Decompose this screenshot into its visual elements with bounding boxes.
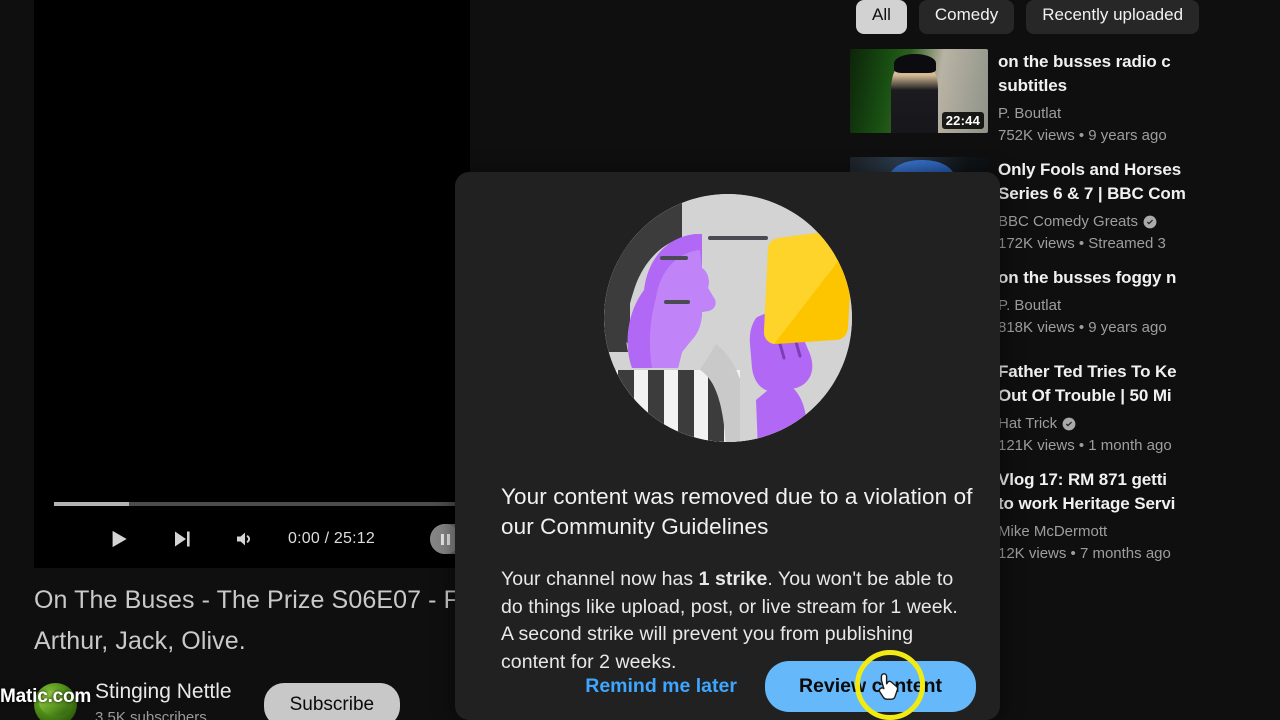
screen-recorder-watermark: Matic.com — [0, 686, 92, 707]
dialog-actions: Remind me later Review content — [455, 661, 1000, 712]
video-channel[interactable]: Mike McDermott — [998, 520, 1280, 543]
video-title: Vlog 17: RM 871 getti — [998, 470, 1167, 489]
video-channel-name: P. Boutlat — [998, 297, 1062, 314]
video-thumbnail[interactable]: 22:44 — [850, 49, 988, 133]
referee-yellow-card-illustration — [603, 194, 852, 442]
video-info: on the busses foggy n P. Boutlat 818K vi… — [998, 265, 1280, 349]
video-title: Only Fools and Horses — [998, 160, 1182, 179]
video-stats: 172K views • Streamed 3 — [998, 235, 1166, 252]
video-channel[interactable]: P. Boutlat — [998, 294, 1280, 317]
filter-chips-row: All Comedy Recently uploaded — [850, 0, 1280, 34]
video-duration: 22:44 — [941, 112, 984, 129]
volume-button[interactable] — [222, 515, 270, 563]
video-title-line2: to work Heritage Servi — [998, 494, 1176, 513]
video-stats: 121K views • 1 month ago — [998, 437, 1172, 454]
video-stats: 752K views • 9 years ago — [998, 127, 1167, 144]
remind-me-later-button[interactable]: Remind me later — [565, 665, 757, 708]
video-stage[interactable]: 0:00 / 25:12 — [34, 0, 482, 568]
video-channel-name: BBC Comedy Greats — [998, 213, 1139, 230]
review-content-button[interactable]: Review content — [764, 661, 976, 712]
subscribe-button[interactable]: Subscribe — [263, 682, 401, 720]
channel-text: Stinging Nettle 3.5K subscribers — [95, 680, 232, 720]
verified-badge-icon — [1143, 215, 1157, 228]
video-stats: 12K views • 7 months ago — [998, 545, 1171, 562]
video-info: Father Ted Tries To Ke Out Of Trouble | … — [998, 359, 1280, 457]
video-title: Father Ted Tries To Ke — [998, 362, 1177, 381]
play-button[interactable] — [94, 515, 142, 563]
video-title-line2: Out Of Trouble | 50 Mi — [998, 386, 1172, 405]
video-channel-name: Hat Trick — [998, 415, 1058, 432]
video-channel[interactable]: Hat Trick — [998, 412, 1280, 435]
dialog-heading: Your content was removed due to a violat… — [501, 484, 973, 539]
video-title: on the busses radio c — [998, 52, 1171, 71]
next-video-button[interactable] — [158, 515, 206, 563]
video-channel-name: P. Boutlat — [998, 105, 1062, 122]
community-guidelines-strike-dialog: Your content was removed due to a violat… — [455, 172, 1000, 720]
video-info: on the busses radio c subtitles P. Boutl… — [998, 49, 1280, 147]
progress-buffered — [54, 502, 129, 506]
video-channel[interactable]: BBC Comedy Greats — [998, 210, 1280, 233]
time-display: 0:00 / 25:12 — [288, 530, 375, 547]
video-progress-bar[interactable] — [54, 502, 470, 506]
player-controls-bar: 0:00 / 25:12 — [34, 510, 482, 568]
list-item[interactable]: 22:44 on the busses radio c subtitles P.… — [850, 49, 1280, 147]
illustration-wrapper — [479, 172, 976, 442]
dialog-body: Your channel now has 1 strike. You won't… — [479, 566, 976, 676]
video-channel[interactable]: P. Boutlat — [998, 102, 1280, 125]
video-title-line2: subtitles — [998, 76, 1068, 95]
filter-chip-comedy[interactable]: Comedy — [918, 0, 1015, 34]
video-info: Only Fools and Horses Series 6 & 7 | BBC… — [998, 157, 1280, 255]
filter-chip-all[interactable]: All — [856, 0, 907, 34]
video-title-line2: Series 6 & 7 | BBC Com — [998, 184, 1186, 203]
video-player-column: 0:00 / 25:12 On The Buses - The Prize S0… — [34, 0, 482, 720]
verified-badge-icon — [1062, 417, 1076, 430]
dialog-body-strike-count: 1 strike — [698, 568, 768, 590]
filter-chip-recently-uploaded[interactable]: Recently uploaded — [1026, 0, 1200, 34]
video-stats: 818K views • 9 years ago — [998, 319, 1167, 336]
video-title: on the busses foggy n — [998, 268, 1177, 287]
channel-name[interactable]: Stinging Nettle — [95, 680, 232, 704]
dialog-body-part1: Your channel now has — [501, 568, 699, 590]
video-info: Vlog 17: RM 871 getti to work Heritage S… — [998, 467, 1280, 565]
video-channel-name: Mike McDermott — [998, 523, 1108, 540]
channel-subscriber-count: 3.5K subscribers — [95, 709, 207, 720]
youtube-watch-page: 0:00 / 25:12 On The Buses - The Prize S0… — [0, 0, 1280, 720]
